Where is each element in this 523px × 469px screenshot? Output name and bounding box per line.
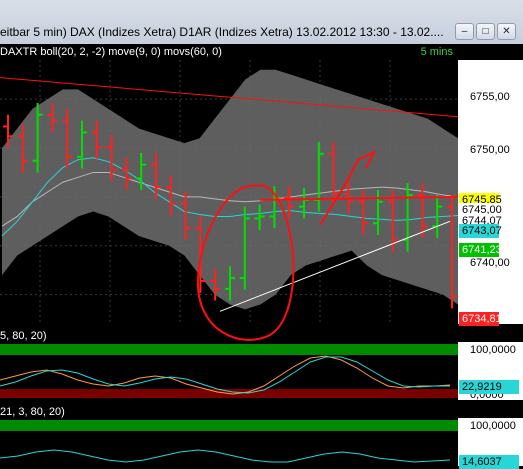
oscillator1-value-tag: 22,9219	[459, 380, 519, 394]
oscillator2-label: 21, 3, 80, 20)	[0, 406, 65, 418]
axis-tick: 100,0000	[470, 344, 516, 356]
oscillator1-label: 5, 80, 20)	[0, 330, 47, 342]
timeframe-label: 5 mins	[420, 46, 453, 58]
overbought-zone-2	[0, 420, 458, 431]
price-tag-cyan: 6743,07	[459, 224, 502, 238]
overbought-zone	[0, 344, 458, 355]
axis-tick: 6740,00	[470, 257, 510, 269]
price-tag-low: 6734,81	[459, 312, 502, 326]
axis-tick: 6750,00	[470, 144, 510, 156]
price-tag-green: 6741,23	[459, 243, 502, 257]
axis-tick: 100,0000	[470, 420, 516, 432]
oscillator2-value-tag: 14,6037	[459, 455, 519, 469]
price-chart-svg	[0, 60, 459, 466]
axis-tick: 6755,00	[470, 91, 510, 103]
main-indicator-label: DAXTR boll(20, 2, -2) move(9, 0) movs(60…	[0, 46, 222, 58]
